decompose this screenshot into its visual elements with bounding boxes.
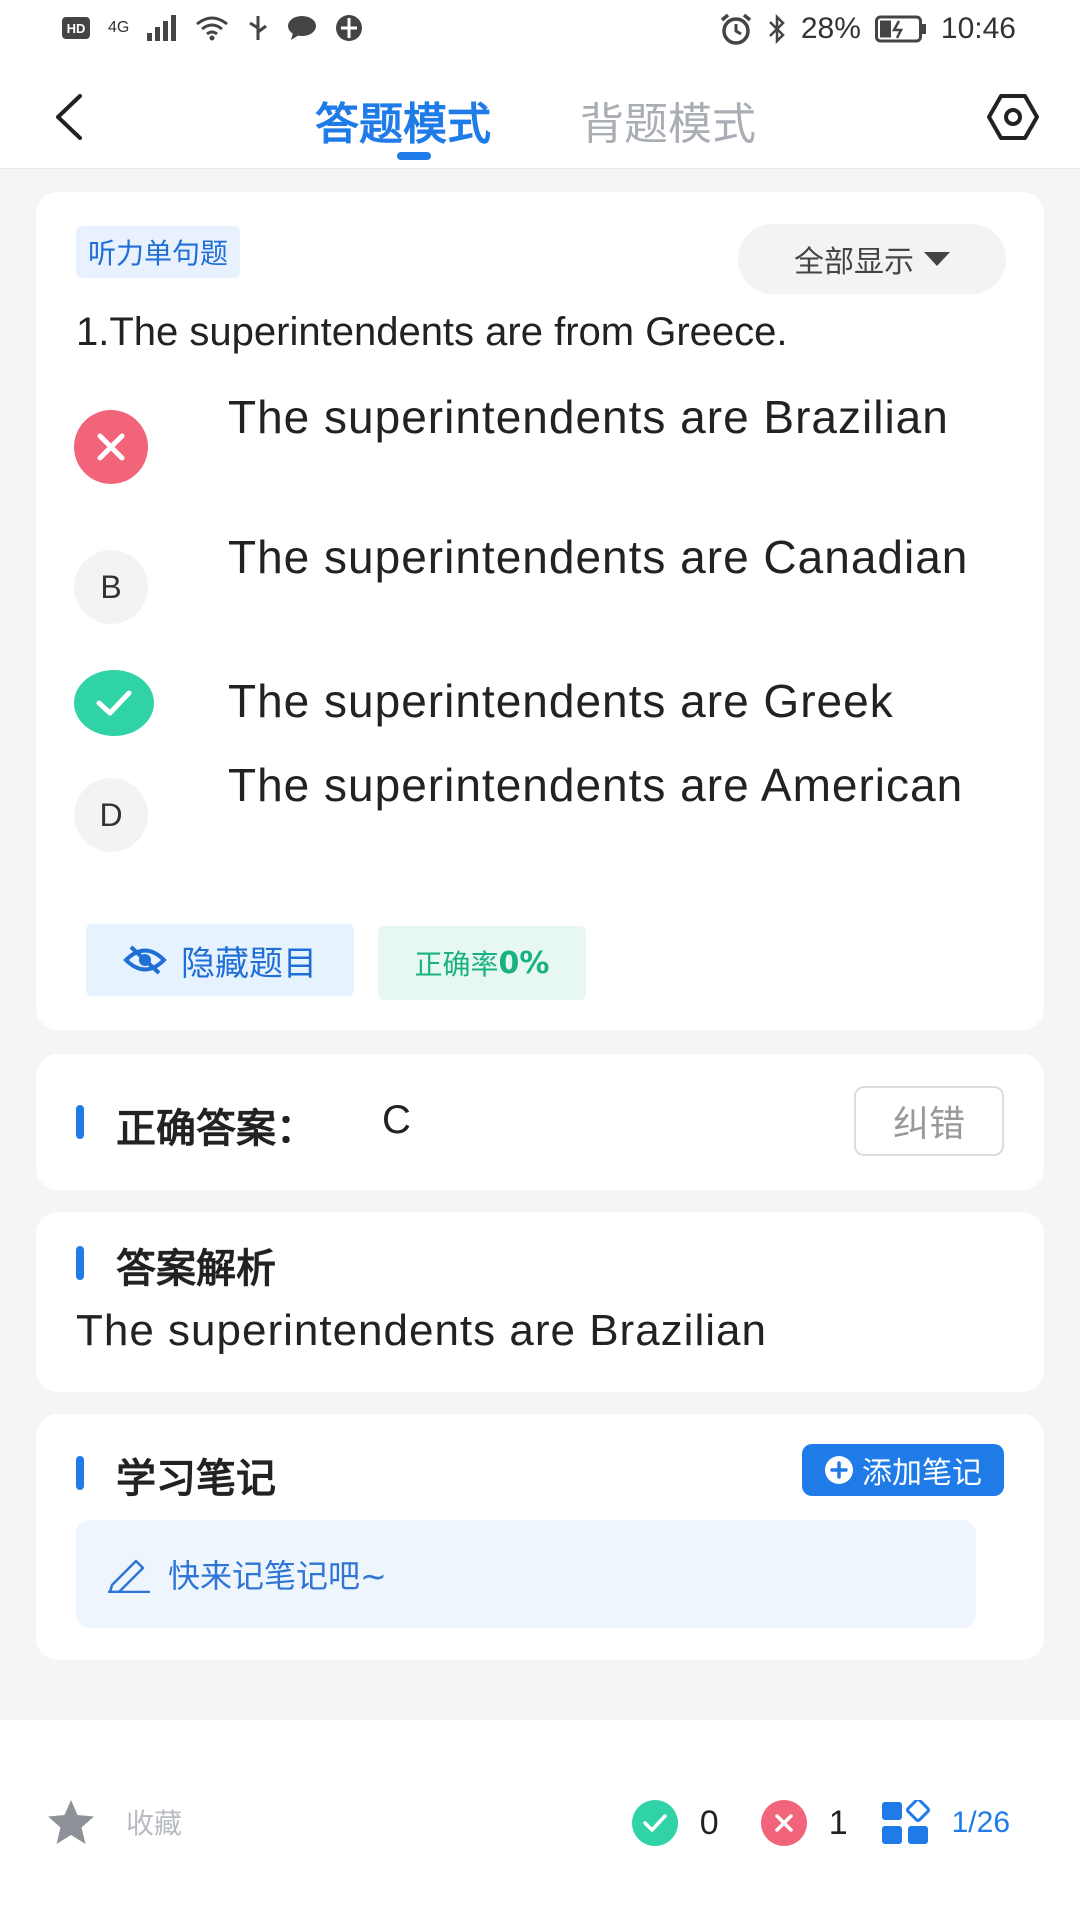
eye-hidden-icon [123,945,167,975]
active-tab-indicator [397,152,431,160]
answer-stats: 0 1 1/26 [631,1800,1010,1846]
report-error-button[interactable]: 纠错 [854,1086,1004,1156]
wrong-mark-icon [74,410,148,484]
question-type-tag: 听力单句题 [76,226,241,278]
app-notification-icon [336,15,363,41]
analysis-card: 答案解析 The superintendents are Brazilian [36,1212,1044,1392]
status-left: HD 4G [62,14,363,42]
note-placeholder: 快来记笔记吧~ [168,1557,387,1595]
plus-circle-icon [825,1456,853,1484]
settings-icon[interactable] [986,90,1040,144]
correct-count: 0 [699,1803,719,1842]
battery-percent: 28% [800,12,861,45]
question-card: 听力单句题 全部显示 1.The superintendents are fro… [36,192,1044,1030]
option-a-text: The superintendents are Brazilian [228,391,949,443]
option-a[interactable]: The superintendents are Brazilian [74,388,1014,516]
section-marker [76,1456,84,1490]
option-c-text: The superintendents are Greek [228,675,894,727]
hd-icon: HD [62,17,90,39]
wrong-count-icon [760,1800,807,1846]
wrong-count: 1 [828,1803,848,1842]
option-d[interactable]: D The superintendents are American [74,756,1014,884]
favorite-button[interactable]: 收藏 [46,1798,182,1846]
star-icon [48,1800,94,1844]
status-bar: HD 4G 28% 10:46 [0,0,1080,70]
page-counter[interactable]: 1/26 [952,1806,1010,1840]
section-marker [76,1105,84,1139]
battery-icon [874,15,926,43]
option-d-letter: D [74,778,148,852]
correct-mark-icon [74,670,154,736]
display-filter-dropdown[interactable]: 全部显示 [738,224,1006,294]
tab-memorize-mode[interactable]: 背题模式 [580,88,756,152]
accuracy-label: 正确率 [414,948,499,981]
network-type: 4G [108,19,130,36]
correct-answer-title: 正确答案： [116,1106,316,1152]
accuracy-value: 0% [498,945,550,981]
alarm-icon [720,13,751,45]
add-note-label: 添加笔记 [862,1456,982,1491]
notes-card: 学习笔记 添加笔记 快来记笔记吧~ [36,1414,1044,1660]
tab-answer-mode[interactable]: 答题模式 [315,88,491,152]
add-note-button[interactable]: 添加笔记 [802,1444,1004,1496]
display-filter-label: 全部显示 [794,245,914,280]
option-b-text: The superintendents are Canadian [228,531,969,583]
favorite-label: 收藏 [126,1807,183,1840]
bluetooth-icon [768,13,785,45]
accuracy-badge: 正确率 0% [378,926,586,1000]
notes-title: 学习笔记 [116,1456,276,1502]
option-b-letter: B [74,550,148,624]
bottom-bar: 收藏 0 1 1/26 [0,1720,1080,1920]
back-arrow-icon[interactable] [48,92,92,142]
signal-icon [147,15,177,41]
usb-icon [249,16,268,40]
section-marker [76,1246,84,1280]
pencil-icon [108,1559,150,1593]
status-right: 28% 10:46 [719,12,1016,46]
analysis-title: 答案解析 [116,1246,276,1292]
note-input-area[interactable]: 快来记笔记吧~ [76,1520,976,1628]
option-c[interactable]: The superintendents are Greek [74,668,1014,748]
hide-question-button[interactable]: 隐藏题目 [86,924,354,996]
correct-answer-value: C [382,1098,411,1142]
analysis-text: The superintendents are Brazilian [76,1306,767,1355]
question-grid-icon[interactable] [880,1800,930,1846]
correct-count-icon [631,1800,678,1846]
message-icon [288,16,317,40]
hide-question-label: 隐藏题目 [181,943,317,984]
option-b[interactable]: B The superintendents are Canadian [74,528,1014,656]
option-d-text: The superintendents are American [228,759,964,811]
clock: 10:46 [940,12,1016,45]
wifi-icon [196,16,229,41]
header: 答题模式 背题模式 [0,70,1080,169]
question-text: 1.The superintendents are from Greece. [76,310,788,354]
dropdown-arrow-icon [924,252,950,266]
correct-answer-card: 正确答案： C 纠错 [36,1054,1044,1190]
